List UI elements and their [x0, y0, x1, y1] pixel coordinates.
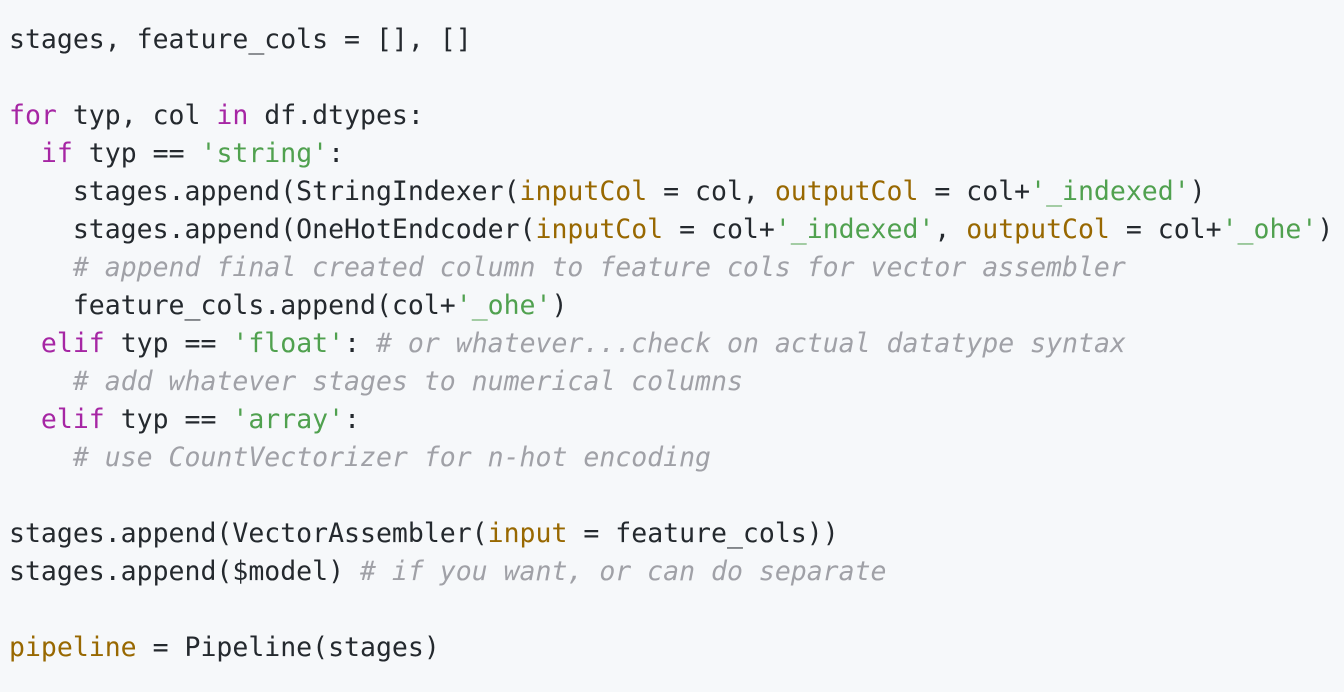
code-keyword: for [9, 100, 57, 131]
code-text: stages.append($model) [9, 556, 360, 587]
code-string: 'float' [232, 328, 345, 359]
code-string: 'array' [232, 404, 345, 435]
code-line: # append final created column to feature… [9, 249, 1344, 287]
code-text: , [934, 214, 967, 245]
code-keyword: elif [40, 404, 105, 435]
code-argument: outputCol [966, 214, 1110, 245]
code-line: stages.append($model) # if you want, or … [9, 553, 1344, 591]
code-text: stages.append(StringIndexer( [9, 176, 520, 207]
code-keyword: if [40, 138, 73, 169]
code-line: feature_cols.append(col+'_ohe') [9, 287, 1344, 325]
code-line: stages.append(StringIndexer(inputCol = c… [9, 173, 1344, 211]
code-line: if typ == 'string': [9, 135, 1344, 173]
code-string: 'string' [200, 138, 329, 169]
code-text: : [328, 138, 345, 169]
code-text: = col, [647, 176, 775, 207]
code-line: elif typ == 'float': # or whatever...che… [9, 325, 1344, 363]
code-text: = feature_cols)) [567, 518, 839, 549]
code-comment: # if you want, or can do separate [360, 556, 887, 587]
code-line: stages.append(VectorAssembler(input = fe… [9, 515, 1344, 553]
code-text: feature_cols.append(col+ [9, 290, 456, 321]
code-text: = Pipeline(stages) [136, 632, 440, 663]
code-argument: outputCol [774, 176, 919, 207]
code-comment: # add whatever stages to numerical colum… [72, 366, 743, 397]
code-text: = col+ [918, 176, 1031, 207]
code-text: ) [551, 290, 568, 321]
code-string: '_ohe' [1221, 214, 1318, 245]
code-text: stages.append(VectorAssembler( [9, 518, 488, 549]
code-text: stages.append(OneHotEndcoder( [9, 214, 536, 245]
code-text: typ, col [56, 100, 217, 131]
code-keyword: in [216, 100, 249, 131]
code-line: # use CountVectorizer for n-hot encoding [9, 439, 1344, 477]
code-comment: # or whatever...check on actual datatype… [376, 328, 1126, 359]
code-argument: inputCol [519, 176, 648, 207]
code-argument: input [487, 518, 568, 549]
code-text: ) [1317, 214, 1334, 245]
code-comment: # use CountVectorizer for n-hot encoding [72, 442, 712, 473]
code-text: = col+ [663, 214, 775, 245]
code-argument: inputCol [535, 214, 664, 245]
code-argument: pipeline [9, 632, 137, 663]
code-line: stages.append(OneHotEndcoder(inputCol = … [9, 211, 1344, 249]
code-block[interactable]: stages, feature_cols = [], [] for typ, c… [0, 0, 1344, 692]
code-text: typ == [72, 138, 201, 169]
code-line: stages, feature_cols = [], [] [9, 21, 1344, 59]
code-line: elif typ == 'array': [9, 401, 1344, 439]
code-text: typ == [104, 328, 233, 359]
code-text: df.dtypes: [248, 100, 424, 131]
code-text: : [344, 404, 361, 435]
code-line: # add whatever stages to numerical colum… [9, 363, 1344, 401]
code-line: for typ, col in df.dtypes: [9, 97, 1344, 135]
code-text: = col+ [1109, 214, 1222, 245]
code-keyword: elif [40, 328, 105, 359]
code-text: stages, feature_cols = [], [] [9, 24, 472, 55]
code-string: '_indexed' [774, 214, 935, 245]
code-text: : [344, 328, 376, 359]
code-text: ) [1189, 176, 1206, 207]
code-string: '_indexed' [1030, 176, 1190, 207]
code-text: typ == [104, 404, 233, 435]
code-line: pipeline = Pipeline(stages) [9, 629, 1344, 667]
code-comment: # append final created column to feature… [72, 252, 1126, 283]
code-string: '_ohe' [455, 290, 552, 321]
